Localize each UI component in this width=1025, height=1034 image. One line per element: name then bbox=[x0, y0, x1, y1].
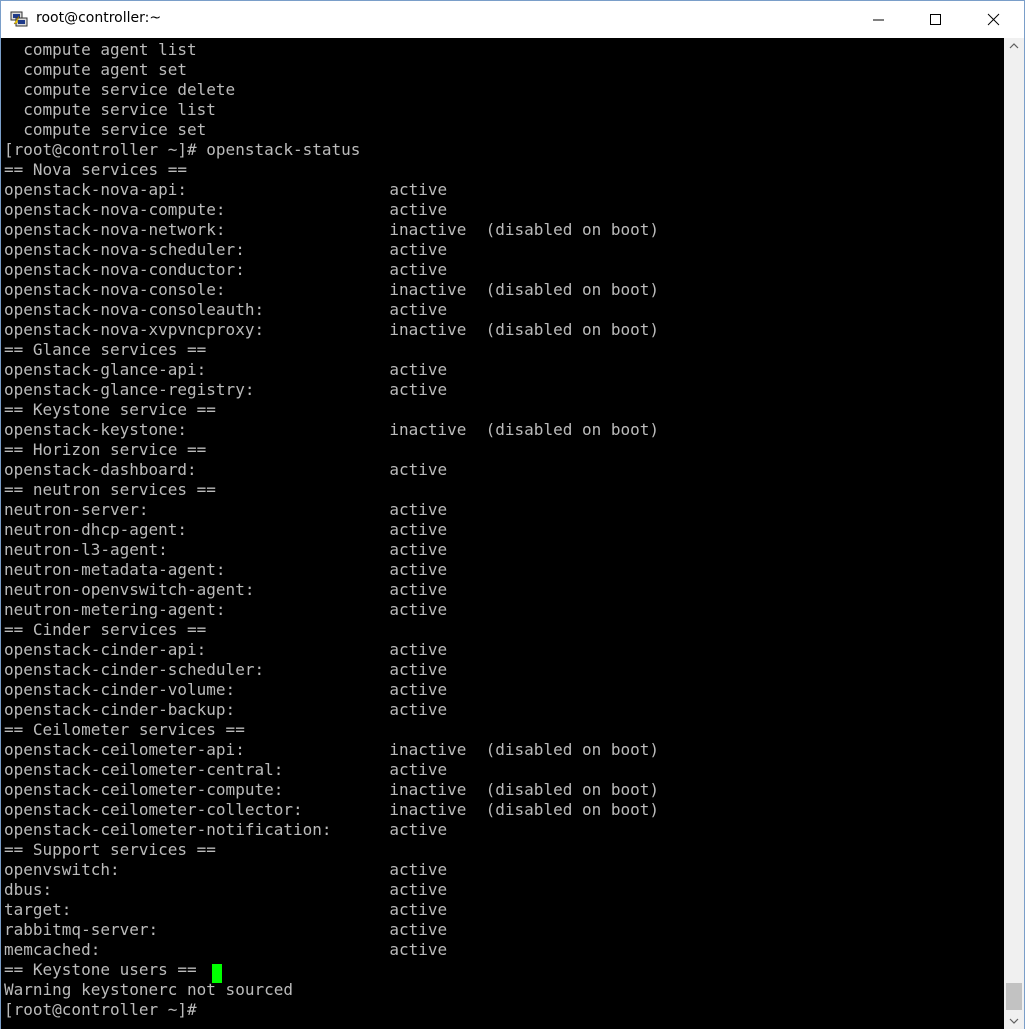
minimize-icon bbox=[873, 19, 884, 21]
terminal-line: rabbitmq-server: active bbox=[4, 920, 448, 939]
terminal-line: == Glance services == bbox=[4, 340, 207, 359]
minimize-button[interactable] bbox=[850, 1, 908, 38]
terminal-line: openstack-nova-consoleauth: active bbox=[4, 300, 448, 319]
terminal-line: openstack-cinder-backup: active bbox=[4, 700, 448, 719]
terminal-line: [root@controller ~]# openstack-status bbox=[4, 140, 361, 159]
terminal-line: == Keystone users == bbox=[4, 960, 197, 979]
terminal-line: neutron-metadata-agent: active bbox=[4, 560, 448, 579]
terminal-cursor bbox=[212, 964, 222, 983]
terminal-line: == Nova services == bbox=[4, 160, 188, 179]
terminal-line: openstack-ceilometer-compute: inactive (… bbox=[4, 780, 660, 799]
terminal-line: == Ceilometer services == bbox=[4, 720, 245, 739]
maximize-icon bbox=[930, 14, 941, 25]
terminal-line: openstack-cinder-volume: active bbox=[4, 680, 448, 699]
terminal-line: == Support services == bbox=[4, 840, 216, 859]
terminal-line: neutron-l3-agent: active bbox=[4, 540, 448, 559]
terminal-line: == neutron services == bbox=[4, 480, 216, 499]
terminal-line: neutron-dhcp-agent: active bbox=[4, 520, 448, 539]
terminal-line: openstack-glance-registry: active bbox=[4, 380, 448, 399]
window-title: root@controller:~ bbox=[36, 10, 162, 26]
terminal-line: compute service delete bbox=[4, 80, 236, 99]
scrollbar-thumb[interactable] bbox=[1006, 983, 1022, 1010]
terminal-line: Warning keystonerc not sourced bbox=[4, 980, 293, 999]
terminal-line: compute agent set bbox=[4, 60, 188, 79]
maximize-button[interactable] bbox=[907, 1, 965, 38]
terminal-line: openstack-ceilometer-notification: activ… bbox=[4, 820, 448, 839]
putty-window: root@controller:~ compute agent list com… bbox=[0, 0, 1025, 1029]
scroll-down-button[interactable] bbox=[1004, 1012, 1024, 1029]
putty-icon[interactable] bbox=[10, 10, 28, 28]
terminal-line: [root@controller ~]# bbox=[4, 1000, 207, 1019]
terminal-line: openstack-cinder-api: active bbox=[4, 640, 448, 659]
terminal-line: openstack-cinder-scheduler: active bbox=[4, 660, 448, 679]
terminal-line: openstack-nova-api: active bbox=[4, 180, 448, 199]
terminal-line: neutron-openvswitch-agent: active bbox=[4, 580, 448, 599]
terminal-line: openstack-glance-api: active bbox=[4, 360, 448, 379]
terminal-line: == Horizon service == bbox=[4, 440, 207, 459]
terminal-line: openstack-keystone: inactive (disabled o… bbox=[4, 420, 660, 439]
terminal-line: openstack-nova-console: inactive (disabl… bbox=[4, 280, 660, 299]
terminal-line: openvswitch: active bbox=[4, 860, 448, 879]
terminal-line: openstack-nova-network: inactive (disabl… bbox=[4, 220, 660, 239]
terminal-line: == Cinder services == bbox=[4, 620, 207, 639]
terminal-line: target: active bbox=[4, 900, 448, 919]
terminal-line: neutron-server: active bbox=[4, 500, 448, 519]
terminal-line: compute agent list bbox=[4, 40, 197, 59]
terminal-line: compute service list bbox=[4, 100, 216, 119]
title-bar[interactable]: root@controller:~ bbox=[1, 1, 1024, 38]
close-button[interactable] bbox=[965, 1, 1023, 38]
terminal-line: compute service set bbox=[4, 120, 207, 139]
scroll-down-arrow-icon bbox=[1009, 1018, 1019, 1024]
terminal-area[interactable]: compute agent list compute agent set com… bbox=[1, 38, 1004, 1029]
scroll-up-arrow-icon bbox=[1009, 43, 1019, 49]
terminal-line: memcached: active bbox=[4, 940, 448, 959]
scroll-up-button[interactable] bbox=[1004, 38, 1024, 55]
terminal-line: openstack-nova-scheduler: active bbox=[4, 240, 448, 259]
terminal-line: openstack-ceilometer-collector: inactive… bbox=[4, 800, 660, 819]
terminal-line: openstack-nova-xvpvncproxy: inactive (di… bbox=[4, 320, 660, 339]
terminal-line: dbus: active bbox=[4, 880, 448, 899]
terminal-line: neutron-metering-agent: active bbox=[4, 600, 448, 619]
terminal-line: openstack-ceilometer-api: inactive (disa… bbox=[4, 740, 660, 759]
close-icon bbox=[987, 13, 1000, 26]
terminal-line: openstack-nova-compute: active bbox=[4, 200, 448, 219]
terminal-line: openstack-dashboard: active bbox=[4, 460, 448, 479]
terminal-line: == Keystone service == bbox=[4, 400, 216, 419]
terminal-line: openstack-ceilometer-central: active bbox=[4, 760, 448, 779]
terminal-line: openstack-nova-conductor: active bbox=[4, 260, 448, 279]
vertical-scrollbar[interactable] bbox=[1004, 38, 1024, 1029]
